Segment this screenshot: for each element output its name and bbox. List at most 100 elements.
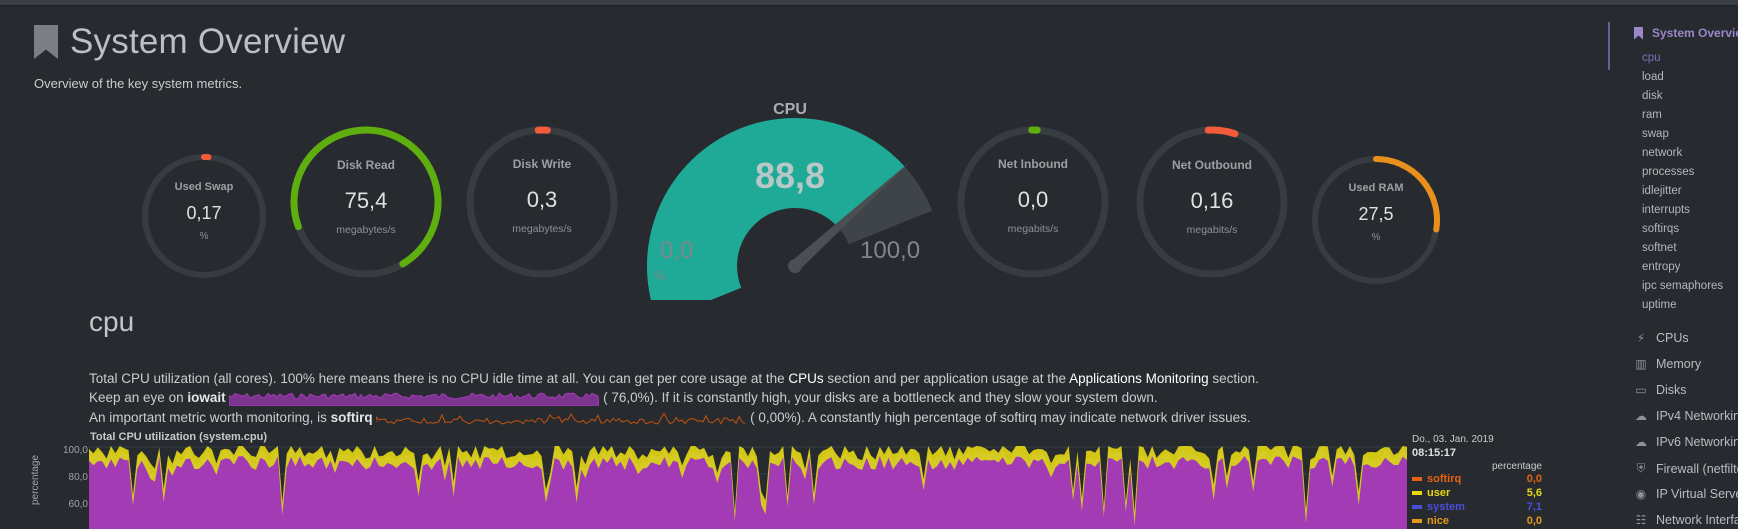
net-inbound-value: 0,0 — [1017, 187, 1049, 212]
legend-name: softirq — [1427, 473, 1462, 485]
used-swap-unit: % — [199, 231, 209, 242]
legend-swatch — [1412, 519, 1422, 523]
net-inbound-unit: megabits/s — [1007, 223, 1059, 235]
disk-read-title: Disk Read — [336, 158, 396, 172]
cpu-description-line2: Keep an eye on iowait ( 76,0%). If it is… — [89, 390, 1158, 407]
legend-name: user — [1427, 487, 1451, 499]
sidebar-item-idlejitter[interactable]: idlejitter — [1642, 185, 1682, 197]
chart-legend: Do., 03. Jan. 2019 08:15:17 percentage s… — [1412, 434, 1542, 528]
used-ram-title: Used RAM — [1348, 182, 1404, 194]
iowait-sparkline[interactable] — [229, 390, 600, 407]
legend-value: 7,1 — [1526, 501, 1542, 513]
cpu-stacked-chart[interactable] — [89, 446, 1407, 529]
y-axis-label: percentage — [30, 454, 41, 505]
net-inbound-title: Net Inbound — [998, 157, 1068, 171]
sidebar-group-memory[interactable]: ▥ Memory — [1634, 357, 1701, 371]
legend-value: 0,0 — [1526, 515, 1542, 527]
sidebar-group-firewall[interactable]: ⛨ Firewall (netfilter) — [1634, 461, 1738, 476]
legend-value: 5,6 — [1526, 487, 1542, 499]
sidebar-item-network[interactable]: network — [1642, 147, 1682, 159]
sidebar-group-label: IP Virtual Server — [1656, 487, 1738, 501]
sidebar-item-softirqs[interactable]: softirqs — [1642, 223, 1679, 235]
used-swap-title: Used Swap — [174, 181, 234, 193]
sidebar-group-label: Network Interfaces — [1656, 513, 1738, 527]
cpu-section-title: cpu — [89, 306, 135, 337]
sidebar-active-indicator — [1608, 22, 1610, 70]
gauges-svg — [142, 118, 1440, 300]
desc-text: Keep an eye on — [89, 390, 188, 405]
legend-item-system[interactable]: system 7,1 — [1412, 500, 1542, 514]
legend-time: 08:15:17 — [1412, 447, 1457, 459]
y-tick: 80,0 — [68, 472, 88, 483]
sidebar-item-ipc-semaphores[interactable]: ipc semaphores — [1642, 280, 1723, 292]
cpu-gauge-min: 0,0 — [660, 237, 694, 264]
applications-monitoring-link[interactable]: Applications Monitoring — [1069, 371, 1209, 386]
sidebar-item-cpu[interactable]: cpu — [1642, 52, 1661, 64]
legend-item-nice[interactable]: nice 0,0 — [1412, 514, 1542, 528]
sidebar-item-processes[interactable]: processes — [1642, 166, 1694, 178]
net-outbound-value: 0,16 — [1190, 188, 1234, 213]
sidebar-item-disk[interactable]: disk — [1642, 90, 1662, 102]
legend-date: Do., 03. Jan. 2019 — [1412, 434, 1494, 445]
eye-icon: ◉ — [1635, 487, 1647, 501]
sidebar-item-ram[interactable]: ram — [1642, 109, 1662, 121]
sidebar-item-uptime[interactable]: uptime — [1642, 299, 1677, 311]
cpu-gauge-title: CPU — [773, 101, 807, 118]
hdd-icon: ▭ — [1635, 383, 1647, 397]
legend-swatch — [1412, 505, 1422, 509]
gauges-row: Used Swap 0,17 % Disk Read 75,4 megabyte… — [0, 0, 1610, 300]
sidebar-item-interrupts[interactable]: interrupts — [1642, 204, 1690, 216]
sidebar-group-ipv4[interactable]: ☁ IPv4 Networking — [1634, 409, 1738, 423]
used-ram-unit: % — [1371, 232, 1381, 243]
sidebar-group-disks[interactable]: ▭ Disks — [1634, 383, 1686, 397]
iowait-value-text: ( 76,0%). If it is constantly high, your… — [603, 390, 1158, 405]
desc-text: Total CPU utilization (all cores). 100% … — [89, 371, 789, 386]
disk-write-value: 0,3 — [526, 187, 558, 212]
disk-write-unit: megabytes/s — [512, 223, 572, 235]
softirq-sparkline[interactable] — [376, 410, 746, 426]
desc-text: section. — [1208, 371, 1259, 386]
cpus-link[interactable]: CPUs — [788, 371, 823, 386]
sitemap-icon: ☷ — [1635, 513, 1647, 527]
net-outbound-unit: megabits/s — [1186, 224, 1238, 236]
legend-name: system — [1427, 501, 1465, 513]
softirq-label: softirq — [330, 410, 373, 425]
sidebar-item-entropy[interactable]: entropy — [1642, 261, 1680, 273]
cpu-description-line1: Total CPU utilization (all cores). 100% … — [89, 371, 1259, 386]
disk-read-unit: megabytes/s — [336, 224, 396, 236]
sidebar-group-label: Memory — [1656, 357, 1702, 371]
memory-icon: ▥ — [1635, 357, 1647, 371]
softirq-value-text: ( 0,00%). A constantly high percentage o… — [750, 410, 1251, 425]
sidebar-group-ipv6[interactable]: ☁ IPv6 Networking — [1634, 435, 1738, 449]
sidebar-group-label: IPv6 Networking — [1656, 435, 1738, 449]
gauge-cpu[interactable] — [647, 118, 933, 300]
legend-item-user[interactable]: user 5,6 — [1412, 486, 1542, 500]
y-tick: 60,0 — [68, 499, 88, 510]
sidebar-head-label: System Overview — [1652, 26, 1738, 40]
legend-swatch — [1412, 477, 1422, 481]
desc-text: section and per application usage at the — [823, 371, 1070, 386]
legend-swatch — [1412, 491, 1422, 495]
legend-item-softirq[interactable]: softirq 0,0 — [1412, 472, 1542, 486]
bookmark-icon — [1634, 26, 1643, 40]
cloud-icon: ☁ — [1635, 409, 1647, 423]
used-ram-value: 27,5 — [1358, 204, 1394, 224]
sidebar-group-label: CPUs — [1656, 331, 1689, 345]
cpu-gauge-max: 100,0 — [860, 237, 921, 264]
sidebar-item-swap[interactable]: swap — [1642, 128, 1669, 140]
sidebar-head-system-overview[interactable]: System Overview — [1634, 26, 1738, 40]
cpu-description-line3: An important metric worth monitoring, is… — [89, 410, 1251, 426]
sidebar-group-ipvs[interactable]: ◉ IP Virtual Server — [1634, 487, 1738, 501]
disk-read-value: 75,4 — [344, 188, 388, 213]
cpu-gauge-unit: % — [654, 268, 666, 283]
y-tick: 100,0 — [62, 445, 88, 456]
iowait-label: iowait — [187, 390, 226, 405]
sidebar-item-load[interactable]: load — [1642, 71, 1664, 83]
sidebar-group-network-interfaces[interactable]: ☷ Network Interfaces — [1634, 513, 1738, 527]
sidebar-item-softnet[interactable]: softnet — [1642, 242, 1677, 254]
net-outbound-title: Net Outbound — [1172, 158, 1252, 172]
legend-value: 0,0 — [1526, 473, 1542, 485]
cloud-icon: ☁ — [1635, 435, 1647, 449]
sidebar-group-cpus[interactable]: ⚡ CPUs — [1634, 331, 1689, 345]
shield-icon: ⛨ — [1636, 461, 1646, 475]
